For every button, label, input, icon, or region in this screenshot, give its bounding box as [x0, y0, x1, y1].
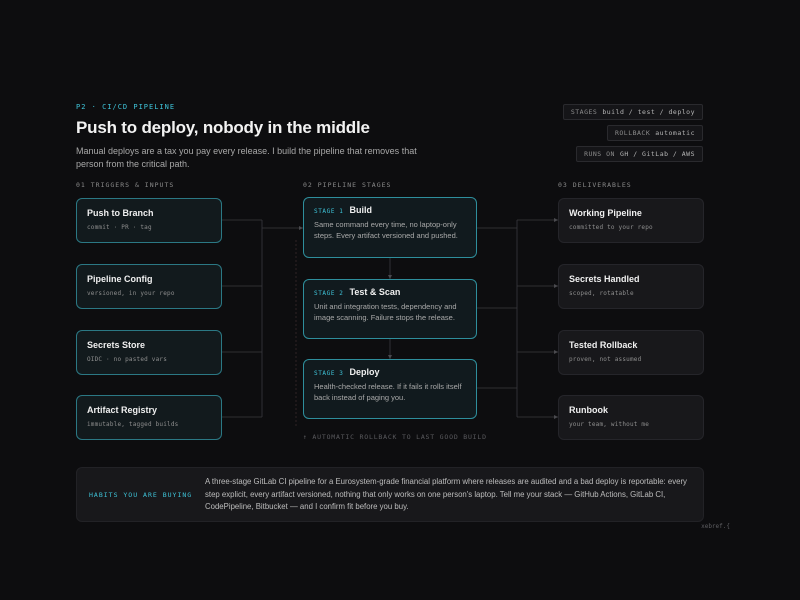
stage-number: STAGE 3 — [314, 370, 344, 377]
stage-title: Deploy — [349, 367, 380, 377]
meta-value: GH / GitLab / AWS — [619, 150, 695, 158]
stage-number: STAGE 2 — [314, 290, 344, 297]
card-subtitle: OIDC · no pasted vars — [87, 356, 168, 363]
card-title: Tested Rollback — [569, 340, 638, 350]
habits-panel: HABITS YOU ARE BUYING A three-stage GitL… — [76, 467, 704, 522]
eyebrow-label: P2 · CI/CD PIPELINE — [76, 103, 176, 111]
card-subtitle: proven, not assumed — [569, 356, 642, 363]
card-title: Push to Branch — [87, 208, 154, 218]
output-card-runbook: Runbook your team, without me — [558, 395, 704, 440]
card-subtitle: scoped, rotatable — [569, 290, 634, 297]
input-card-secrets-store: Secrets Store OIDC · no pasted vars — [76, 330, 222, 375]
card-title: Secrets Store — [87, 340, 146, 350]
meta-tag-stages: STAGES build / test / deploy — [562, 104, 703, 120]
stage-card-deploy: STAGE 3 Deploy Health-checked release. I… — [303, 359, 477, 419]
card-title: Pipeline Config — [87, 274, 153, 284]
meta-tag-rollback: ROLLBACK automatic — [606, 125, 703, 141]
card-title: Secrets Handled — [569, 274, 640, 284]
column-heading-outputs: 03 DELIVERABLES — [558, 181, 632, 189]
stage-description: Health-checked release. If it fails it r… — [314, 382, 462, 402]
input-card-artifact-registry: Artifact Registry immutable, tagged buil… — [76, 395, 222, 440]
meta-value: automatic — [655, 129, 695, 137]
card-title: Artifact Registry — [87, 405, 158, 415]
card-title: Runbook — [569, 405, 608, 415]
card-subtitle: immutable, tagged builds — [87, 421, 179, 428]
page-title: Push to deploy, nobody in the middle — [76, 118, 370, 137]
stage-card-test-and-scan: STAGE 2 Test & Scan Unit and integration… — [303, 279, 477, 339]
stage-number: STAGE 1 — [314, 208, 344, 215]
stage-title: Test & Scan — [349, 287, 401, 297]
output-card-tested-rollback: Tested Rollback proven, not assumed — [558, 330, 704, 375]
rollback-note: ↑ AUTOMATIC ROLLBACK TO LAST GOOD BUILD — [303, 433, 487, 441]
stage-title: Build — [349, 205, 373, 215]
meta-key: STAGES — [570, 108, 598, 116]
meta-value: build / test / deploy — [602, 108, 695, 116]
stage-description: Unit and integration tests, dependency a… — [314, 302, 457, 322]
habits-text: A three-stage GitLab CI pipeline for a E… — [205, 477, 687, 511]
output-card-secrets-handled: Secrets Handled scoped, rotatable — [558, 264, 704, 309]
meta-tag-runs-on: RUNS ON GH / GitLab / AWS — [576, 146, 703, 162]
card-title: Working Pipeline — [569, 208, 642, 218]
output-card-working-pipeline: Working Pipeline committed to your repo — [558, 198, 704, 243]
page-subtitle: Manual deploys are a tax you pay every r… — [76, 146, 417, 169]
input-card-pipeline-config: Pipeline Config versioned, in your repo — [76, 264, 222, 309]
signature: xebref.{ — [701, 523, 730, 530]
stage-card-build: STAGE 1 Build Same command every time, n… — [303, 197, 477, 258]
card-subtitle: committed to your repo — [569, 224, 653, 231]
meta-key: RUNS ON — [584, 150, 615, 158]
card-subtitle: commit · PR · tag — [87, 224, 152, 231]
stage-description: Same command every time, no laptop-only … — [314, 220, 458, 240]
meta-key: ROLLBACK — [614, 129, 651, 137]
habits-label: HABITS YOU ARE BUYING — [89, 491, 193, 499]
card-subtitle: your team, without me — [569, 421, 650, 428]
card-subtitle: versioned, in your repo — [87, 290, 175, 297]
column-heading-inputs: 01 TRIGGERS & INPUTS — [76, 181, 175, 189]
column-heading-stages: 02 PIPELINE STAGES — [303, 181, 392, 189]
input-card-push-to-branch: Push to Branch commit · PR · tag — [76, 198, 222, 243]
